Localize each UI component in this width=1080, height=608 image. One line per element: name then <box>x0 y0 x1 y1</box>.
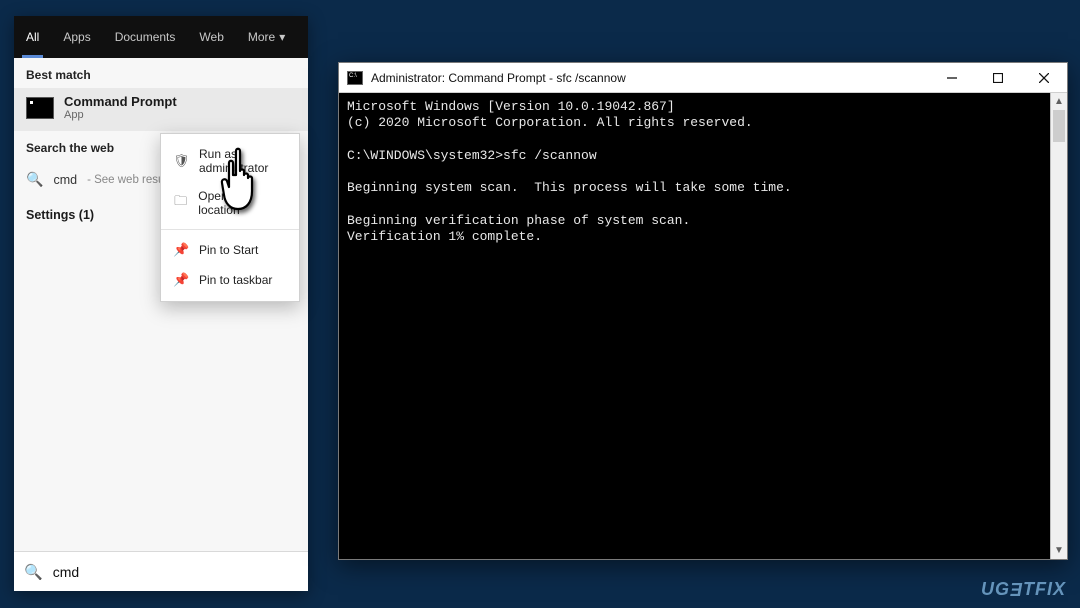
ctx-pin-to-taskbar[interactable]: 📌 Pin to taskbar <box>161 265 299 295</box>
tab-label: More <box>248 30 275 44</box>
tab-label: Documents <box>115 30 176 44</box>
close-icon <box>1039 73 1049 83</box>
tab-label: All <box>26 30 39 44</box>
command-prompt-window: Administrator: Command Prompt - sfc /sca… <box>338 62 1068 560</box>
minimize-icon <box>947 73 957 83</box>
console-area[interactable]: Microsoft Windows [Version 10.0.19042.86… <box>339 93 1067 559</box>
maximize-button[interactable] <box>975 63 1021 92</box>
ctx-label: Pin to Start <box>199 243 258 257</box>
window-controls <box>929 63 1067 92</box>
best-match-title: Command Prompt <box>64 94 177 109</box>
search-results-area: Best match Command Prompt App Search the… <box>14 58 308 551</box>
console-output: Microsoft Windows [Version 10.0.19042.86… <box>339 93 1067 251</box>
cursor-hand-icon <box>216 145 276 215</box>
best-match-subtitle: App <box>64 109 177 121</box>
web-query: cmd <box>53 173 77 187</box>
chevron-down-icon: ▾ <box>279 30 285 44</box>
best-match-result[interactable]: Command Prompt App <box>14 88 308 131</box>
search-input[interactable] <box>53 564 298 580</box>
best-match-text: Command Prompt App <box>64 94 177 121</box>
command-prompt-icon <box>26 97 54 119</box>
maximize-icon <box>993 73 1003 83</box>
shield-icon: 🛡 <box>173 153 189 169</box>
tab-more[interactable]: More ▾ <box>236 16 297 58</box>
window-title-area: Administrator: Command Prompt - sfc /sca… <box>339 71 626 85</box>
watermark: UGƎTFIX <box>981 579 1066 600</box>
pin-icon: 📌 <box>173 272 189 288</box>
scroll-down-icon[interactable]: ▼ <box>1051 542 1067 559</box>
tab-label: Apps <box>63 30 90 44</box>
settings-label: Settings (1) <box>26 208 94 222</box>
tab-documents[interactable]: Documents <box>103 16 188 58</box>
search-icon: 🔍 <box>24 563 43 581</box>
best-match-label: Best match <box>14 58 308 88</box>
window-title: Administrator: Command Prompt - sfc /sca… <box>371 71 626 85</box>
windows-search-panel: All Apps Documents Web More ▾ Best match… <box>14 16 308 591</box>
folder-icon: 🗀 <box>173 192 188 214</box>
search-icon: 🔍 <box>26 171 43 188</box>
search-box: 🔍 <box>14 551 308 591</box>
vertical-scrollbar[interactable]: ▲ ▼ <box>1050 93 1067 559</box>
tab-web[interactable]: Web <box>187 16 235 58</box>
scroll-up-icon[interactable]: ▲ <box>1051 93 1067 110</box>
minimize-button[interactable] <box>929 63 975 92</box>
pin-icon: 📌 <box>173 242 189 258</box>
scroll-thumb[interactable] <box>1053 110 1065 142</box>
window-titlebar[interactable]: Administrator: Command Prompt - sfc /sca… <box>339 63 1067 93</box>
search-web-left: 🔍 cmd - See web results <box>26 171 176 188</box>
tab-label: Web <box>199 30 223 44</box>
ctx-label: Pin to taskbar <box>199 273 272 287</box>
tab-all[interactable]: All <box>14 16 51 58</box>
menu-separator <box>161 229 299 230</box>
command-prompt-icon <box>347 71 363 85</box>
close-button[interactable] <box>1021 63 1067 92</box>
ctx-pin-to-start[interactable]: 📌 Pin to Start <box>161 235 299 265</box>
search-tabs: All Apps Documents Web More ▾ <box>14 16 308 58</box>
tab-apps[interactable]: Apps <box>51 16 102 58</box>
